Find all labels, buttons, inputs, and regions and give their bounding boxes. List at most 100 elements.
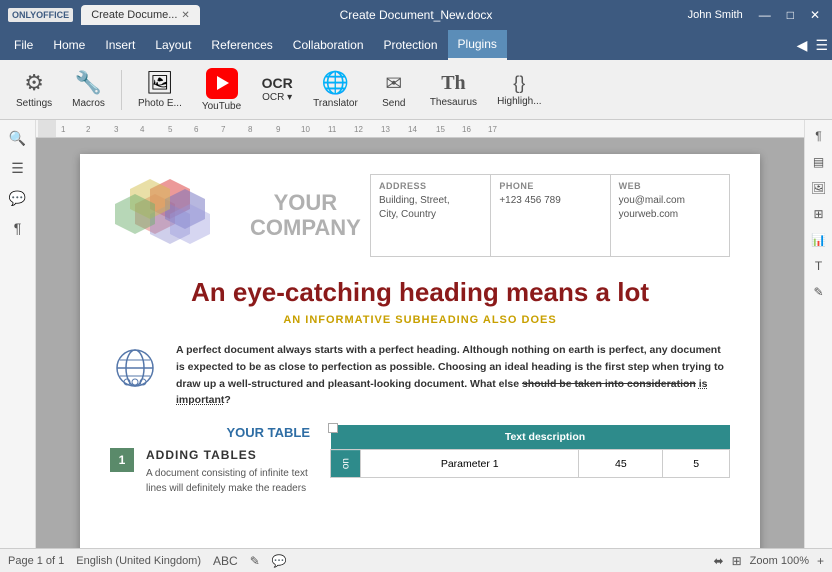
svg-text:10: 10 (301, 125, 310, 134)
thesaurus-button[interactable]: Th Thesaurus (422, 64, 485, 116)
close-button[interactable]: ✕ (806, 6, 824, 24)
maximize-button[interactable]: □ (783, 6, 798, 24)
document-page: YOURCOMPANY ADDRESS Building, Street,Cit… (80, 154, 760, 548)
comment-icon[interactable]: 💬 (272, 554, 287, 568)
title-bar-right: John Smith — □ ✕ (688, 6, 824, 24)
sidebar-para-icon[interactable]: ¶ (4, 214, 32, 242)
numbered-content: ADDING TABLES A document consisting of i… (146, 448, 310, 496)
numbered-section-area: YOUR TABLE 1 ADDING TABLES A document co… (110, 425, 310, 496)
menu-file[interactable]: File (4, 30, 43, 60)
translator-label: Translator (313, 98, 358, 109)
svg-text:4: 4 (140, 125, 145, 134)
youtube-button[interactable]: YouTube (194, 64, 249, 116)
highlight-button[interactable]: {} Highligh... (489, 64, 549, 116)
document-heading: An eye-catching heading means a lot (110, 277, 730, 308)
body-section: A perfect document always starts with a … (110, 342, 730, 409)
company-header: YOURCOMPANY ADDRESS Building, Street,Cit… (110, 174, 730, 257)
company-name: YOURCOMPANY (250, 191, 361, 239)
sidebar-comment-icon[interactable]: 💬 (4, 184, 32, 212)
address-col: ADDRESS Building, Street,City, Country (371, 175, 490, 256)
fit-page-icon[interactable]: ⊞ (732, 554, 742, 568)
table-row: on Parameter 1 45 5 (331, 450, 730, 478)
fit-width-icon[interactable]: ⬌ (714, 554, 724, 568)
settings-icon: ⚙ (24, 70, 44, 96)
menu-layout[interactable]: Layout (145, 30, 201, 60)
number-badge: 1 (110, 448, 134, 472)
right-chart-icon[interactable]: 📊 (807, 228, 831, 252)
right-signature-icon[interactable]: ✎ (807, 280, 831, 304)
body-text: A perfect document always starts with a … (176, 342, 730, 409)
ruler-corner (38, 120, 56, 138)
window-title: Create Document_New.docx (340, 8, 493, 22)
menu-references[interactable]: References (201, 30, 282, 60)
thesaurus-label: Thesaurus (430, 97, 477, 108)
document-area[interactable]: YOURCOMPANY ADDRESS Building, Street,Cit… (36, 138, 804, 548)
globe-icon (113, 346, 157, 390)
photo-editor-label: Photo E... (138, 98, 182, 109)
val1-cell: 45 (579, 450, 663, 478)
svg-text:14: 14 (408, 125, 417, 134)
send-label: Send (382, 98, 405, 109)
svg-text:11: 11 (328, 125, 337, 134)
user-name: John Smith (688, 9, 743, 21)
main-area: 1 2 3 4 5 6 7 8 9 10 11 12 13 14 15 16 1… (36, 120, 804, 548)
language-info: English (United Kingdom) (76, 555, 201, 567)
zoom-in-icon[interactable]: + (817, 554, 824, 568)
sidebar-nav-icon[interactable]: ☰ (4, 154, 32, 182)
youtube-icon (206, 68, 238, 99)
svg-text:12: 12 (354, 125, 363, 134)
youtube-label: YouTube (202, 101, 241, 112)
status-left: Page 1 of 1 English (United Kingdom) ABC… (8, 554, 287, 568)
ocr-button[interactable]: OCR OCR ▾ (253, 64, 301, 116)
translator-button[interactable]: 🌐 Translator (305, 64, 366, 116)
photo-editor-button[interactable]: 🖼 Photo E... (130, 64, 190, 116)
right-table-icon[interactable]: ⊞ (807, 202, 831, 226)
status-right: ⬌ ⊞ Zoom 100% + (714, 554, 824, 568)
toolbar-separator-1 (121, 70, 122, 110)
track-changes-icon[interactable]: ✎ (250, 554, 260, 568)
right-text-icon[interactable]: T (807, 254, 831, 278)
right-para-icon[interactable]: ¶ (807, 124, 831, 148)
macros-icon: 🔧 (75, 70, 102, 96)
menu-plugins[interactable]: Plugins (448, 30, 507, 60)
hex-logo-svg (110, 174, 230, 254)
table-header: Text description (361, 425, 730, 450)
phone-col: PHONE +123 456 789 (490, 175, 609, 256)
translator-icon: 🌐 (322, 70, 349, 96)
highlight-icon: {} (513, 73, 525, 94)
menu-protection[interactable]: Protection (374, 30, 448, 60)
table-resize-handle[interactable] (328, 423, 338, 433)
minimize-button[interactable]: — (755, 6, 775, 24)
title-bar-left: ONLYOFFICE Create Docume... ✕ (8, 5, 200, 25)
active-tab[interactable]: Create Docume... ✕ (81, 5, 200, 25)
menu-insert[interactable]: Insert (95, 30, 145, 60)
company-name-area: YOURCOMPANY (250, 174, 350, 257)
tab-close-button[interactable]: ✕ (181, 10, 189, 21)
tab-bar: Create Docume... ✕ (81, 5, 200, 25)
svg-text:9: 9 (276, 125, 281, 134)
svg-text:15: 15 (436, 125, 445, 134)
ocr-icon: OCR (262, 76, 293, 90)
val2-cell: 5 (663, 450, 730, 478)
menu-collaboration[interactable]: Collaboration (283, 30, 374, 60)
menu-home[interactable]: Home (43, 30, 95, 60)
body-icon-area (110, 342, 160, 409)
macros-button[interactable]: 🔧 Macros (64, 64, 113, 116)
settings-button[interactable]: ⚙ Settings (8, 64, 60, 116)
right-align-icon[interactable]: ▤ (807, 150, 831, 174)
right-image-icon[interactable]: 🖼 (807, 176, 831, 200)
horizontal-ruler: 1 2 3 4 5 6 7 8 9 10 11 12 13 14 15 16 1… (56, 120, 802, 138)
send-button[interactable]: ✉ Send (370, 64, 418, 116)
address-label: ADDRESS (379, 181, 482, 191)
right-sidebar: ¶ ▤ 🖼 ⊞ 📊 T ✎ (804, 120, 832, 548)
company-details: ADDRESS Building, Street,City, Country P… (370, 174, 730, 257)
nav-back-icon[interactable]: ◀ (797, 37, 808, 54)
sidebar-search-icon[interactable]: 🔍 (4, 124, 32, 152)
data-table: Text description on Parameter 1 45 5 (330, 425, 730, 478)
svg-text:6: 6 (194, 125, 199, 134)
table-area: Text description on Parameter 1 45 5 (330, 425, 730, 496)
zoom-level: Zoom 100% (750, 555, 809, 567)
spell-check-icon[interactable]: ABC (213, 554, 238, 568)
menu-more-icon[interactable]: ☰ (815, 37, 828, 54)
numbered-text: A document consisting of infinite text l… (146, 466, 310, 496)
